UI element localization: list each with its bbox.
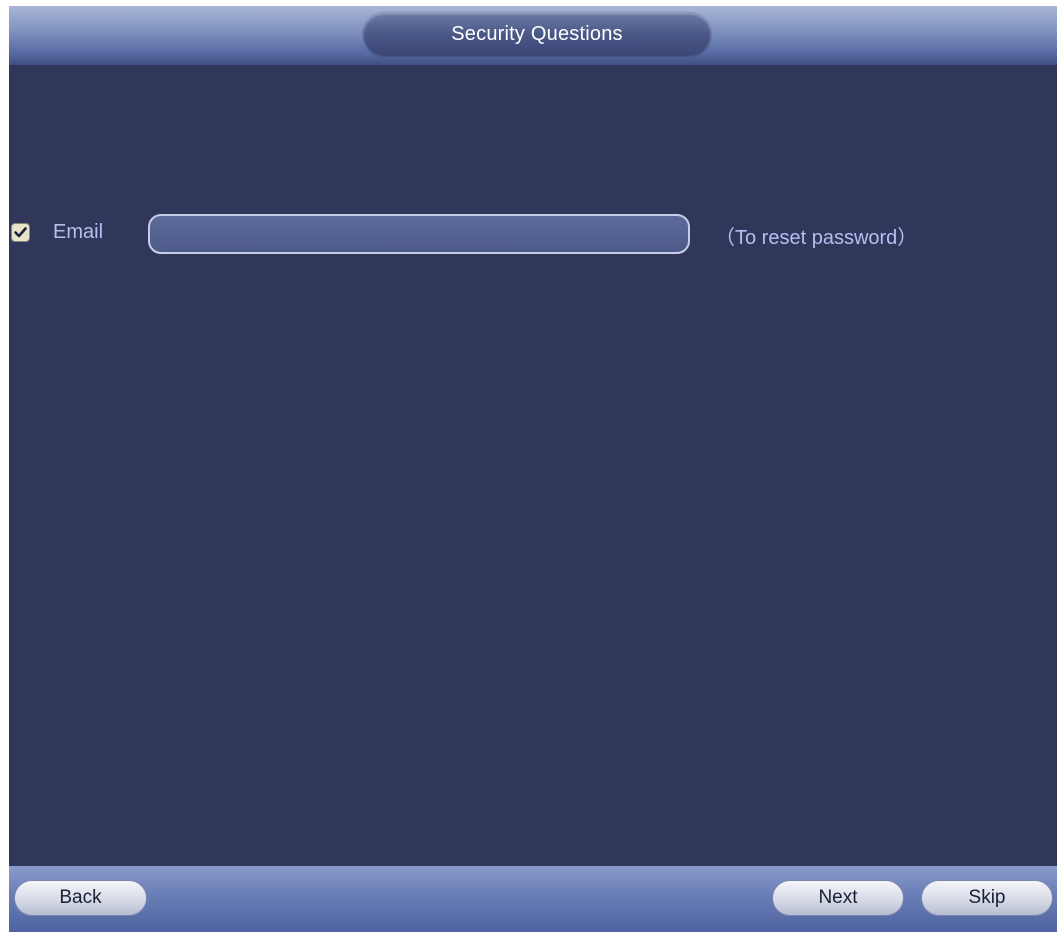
email-checkbox[interactable] bbox=[11, 223, 30, 242]
skip-button[interactable]: Skip bbox=[921, 880, 1053, 916]
back-button[interactable]: Back bbox=[14, 880, 147, 916]
email-row: Email （To reset password） bbox=[9, 211, 1057, 259]
check-icon bbox=[14, 227, 27, 238]
title-bar: Security Questions bbox=[9, 6, 1057, 65]
next-button[interactable]: Next bbox=[772, 880, 904, 916]
reset-password-hint: （To reset password） bbox=[715, 227, 918, 249]
email-label: Email bbox=[53, 221, 104, 243]
email-field[interactable] bbox=[148, 214, 690, 254]
footer-bar: Back Next Skip bbox=[9, 866, 1057, 932]
security-questions-dialog: Security Questions Email （To reset passw… bbox=[9, 6, 1057, 932]
dialog-title: Security Questions bbox=[363, 13, 711, 56]
